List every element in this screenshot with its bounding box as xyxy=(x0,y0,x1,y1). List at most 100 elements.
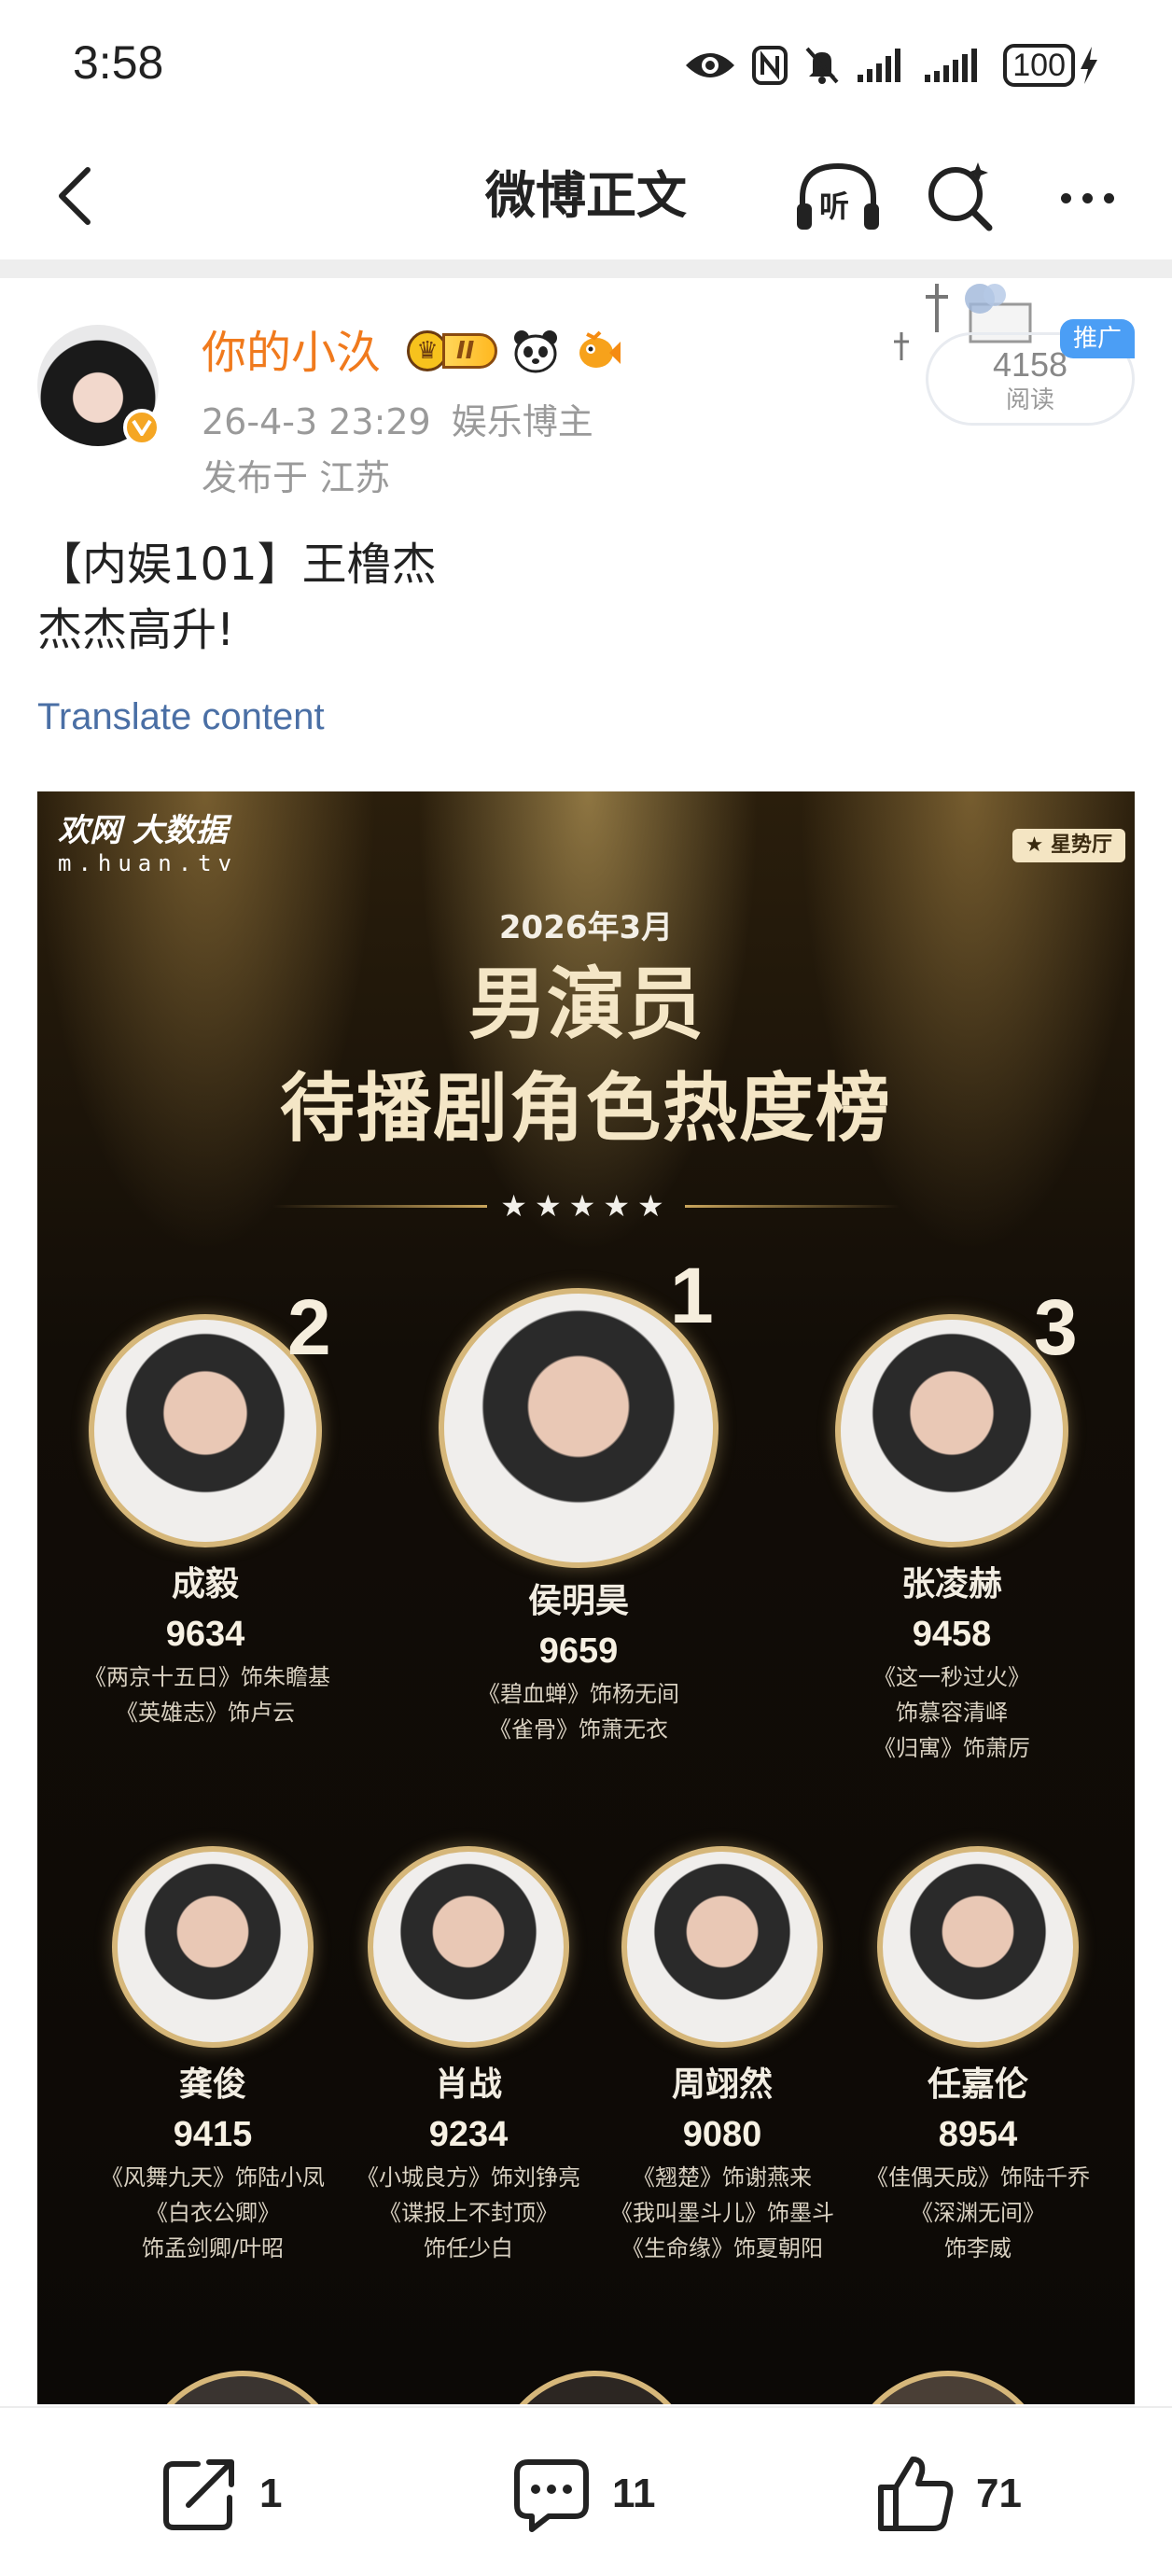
fish-badge-icon[interactable] xyxy=(574,329,622,373)
actor-role: 《生命缘》饰夏朝阳 xyxy=(621,2235,823,2261)
vip-badge[interactable]: ♛ II xyxy=(407,329,498,373)
charging-icon xyxy=(1081,47,1097,84)
actor-name: 张凌赫 xyxy=(900,1565,1002,1603)
share-icon xyxy=(163,2459,234,2530)
actor-card: 3 张凌赫 9458 《这一秒过火》 饰慕容清峄 《归寓》饰萧厉 xyxy=(830,1283,1078,1766)
actor-photo xyxy=(621,1846,823,2048)
actor-card: 肖战 9234 《小城良方》饰刘铮亮 《谍报上不封顶》 饰任少白 xyxy=(338,1846,599,2266)
actor-role: 饰李威 xyxy=(944,2235,1012,2261)
section-divider xyxy=(0,259,1172,278)
actor-score: 9634 xyxy=(165,1615,245,1654)
stars-divider: ★★★★★ xyxy=(37,1187,1135,1225)
actor-role: 《两京十五日》饰朱瞻基 xyxy=(84,1664,330,1690)
post-text-line: 杰杰高升! xyxy=(37,604,235,656)
actor-role: 《白衣公卿》 xyxy=(146,2200,280,2226)
thumbs-up-icon xyxy=(878,2457,954,2531)
actor-role: 饰孟剑卿/叶昭 xyxy=(141,2235,285,2261)
actor-score: 9234 xyxy=(428,2115,509,2154)
poster-subtitle: 待播剧角色热度榜 xyxy=(280,1065,892,1152)
brand-main: 欢网 大数据 xyxy=(58,812,228,849)
actor-score: 9458 xyxy=(912,1615,992,1654)
actor-role: 《归寓》饰萧厉 xyxy=(873,1735,1030,1761)
status-icons: 100 xyxy=(684,39,1099,91)
status-time: 3:58 xyxy=(73,36,164,89)
actor-card: 任嘉伦 8954 《佳偶天成》饰陆千乔 《深渊无间》 饰李威 xyxy=(847,1846,1109,2266)
actor-score: 9659 xyxy=(538,1631,619,1671)
actor-role: 《谍报上不封顶》 xyxy=(379,2200,558,2226)
actor-role: 《风舞九天》饰陆小凤 xyxy=(101,2164,325,2191)
mute-icon xyxy=(805,47,839,84)
listen-button[interactable]: 听 xyxy=(793,161,883,235)
actor-photo-partial xyxy=(140,2371,345,2404)
more-dot xyxy=(1060,192,1071,203)
actor-photo xyxy=(877,1846,1079,2048)
actor-role: 饰慕容清峄 xyxy=(896,1700,1008,1726)
read-label: 阅读 xyxy=(1005,386,1054,414)
actor-name: 龚俊 xyxy=(178,2065,246,2104)
more-dot xyxy=(1081,192,1093,203)
like-button[interactable]: 71 xyxy=(875,2455,1022,2533)
actor-rank: 1 xyxy=(670,1252,714,1339)
actor-role: 《碧血蝉》饰杨无间 xyxy=(478,1681,679,1707)
divider-rule xyxy=(684,1204,900,1208)
post-time: 26-4-3 23:29 xyxy=(202,401,431,442)
actor-role: 《小城良方》饰刘铮亮 xyxy=(356,2164,580,2191)
share-button[interactable]: 1 xyxy=(160,2455,282,2533)
like-count: 71 xyxy=(976,2471,1022,2516)
user-name[interactable]: 你的小汣 xyxy=(202,323,381,383)
actor-role: 《英雄志》饰卢云 xyxy=(116,1700,295,1726)
promo-tag[interactable]: 推广 xyxy=(1060,319,1135,358)
search-icon xyxy=(928,162,993,231)
more-dot xyxy=(1103,192,1114,203)
actor-role: 《深渊无间》 xyxy=(911,2200,1045,2226)
post-image[interactable]: 欢网 大数据 m.huan.tv ★ 星势厅 2026年3月 男演员 待播剧角色… xyxy=(37,791,1135,2404)
comment-count: 11 xyxy=(612,2471,656,2516)
search-button[interactable] xyxy=(924,161,998,235)
signal-icon xyxy=(925,49,978,82)
poster-date: 2026年3月 xyxy=(498,909,674,946)
status-bar: 3:58 100 xyxy=(0,0,1172,131)
post-meta: 26-4-3 23:29 娱乐博主 xyxy=(202,396,614,448)
actor-card: 1 侯明昊 9659 《碧血蝉》饰杨无间 《雀骨》饰萧无衣 xyxy=(439,1252,719,1747)
actor-photo-partial xyxy=(845,2371,1051,2404)
actor-role: 《翘楚》饰谢燕来 xyxy=(633,2164,812,2191)
post-text: 【内娱101】王橹杰 杰杰高升! xyxy=(37,532,437,663)
battery-level: 100 xyxy=(1003,44,1075,87)
actor-name: 任嘉伦 xyxy=(927,2065,1028,2104)
actor-rank: 2 xyxy=(287,1283,331,1371)
eye-icon xyxy=(686,53,735,77)
vip-level: II xyxy=(442,333,498,369)
actor-photo-partial xyxy=(493,2371,698,2404)
post-text-line: 【内娱101】王橹杰 xyxy=(37,539,437,591)
actor-role: 《佳偶天成》饰陆千乔 xyxy=(866,2164,1090,2191)
actor-name: 肖战 xyxy=(434,2065,502,2104)
more-button[interactable] xyxy=(1045,161,1129,235)
actor-score: 9415 xyxy=(173,2115,253,2154)
actor-score: 9080 xyxy=(682,2115,762,2154)
stars-icon: ★★★★★ xyxy=(500,1188,672,1224)
hall-tag: ★ 星势厅 xyxy=(1012,829,1125,862)
brand-logo: 欢网 大数据 m.huan.tv xyxy=(58,812,238,877)
panda-icon[interactable] xyxy=(512,329,559,373)
brand-sub: m.huan.tv xyxy=(58,850,239,876)
comment-button[interactable]: 11 xyxy=(511,2455,656,2533)
signal-icon xyxy=(858,49,901,82)
actor-role: 《雀骨》饰萧无衣 xyxy=(489,1716,668,1743)
comment-icon xyxy=(514,2459,589,2532)
post-location: 发布于 江苏 xyxy=(202,457,391,498)
actor-photo xyxy=(368,1846,569,2048)
actor-name: 侯明昊 xyxy=(527,1582,629,1620)
nav-bar: 微博正文 听 xyxy=(0,131,1172,258)
actor-name: 周翊然 xyxy=(671,2065,773,2104)
post-category: 娱乐博主 xyxy=(451,401,593,442)
actor-role: 《我叫墨斗儿》饰墨斗 xyxy=(610,2200,834,2226)
poster-title: 男演员 xyxy=(467,959,704,1050)
divider-rule xyxy=(272,1204,488,1208)
actor-card: 龚俊 9415 《风舞九天》饰陆小凤 《白衣公卿》 饰孟剑卿/叶昭 xyxy=(82,1846,343,2266)
actor-card: 周翊然 9080 《翘楚》饰谢燕来 《我叫墨斗儿》饰墨斗 《生命缘》饰夏朝阳 xyxy=(592,1846,853,2266)
translate-link[interactable]: Translate content xyxy=(37,689,325,745)
actor-role: 饰任少白 xyxy=(424,2235,513,2261)
actor-rank: 3 xyxy=(1034,1283,1078,1371)
share-count: 1 xyxy=(259,2471,283,2516)
nfc-icon xyxy=(752,46,788,85)
